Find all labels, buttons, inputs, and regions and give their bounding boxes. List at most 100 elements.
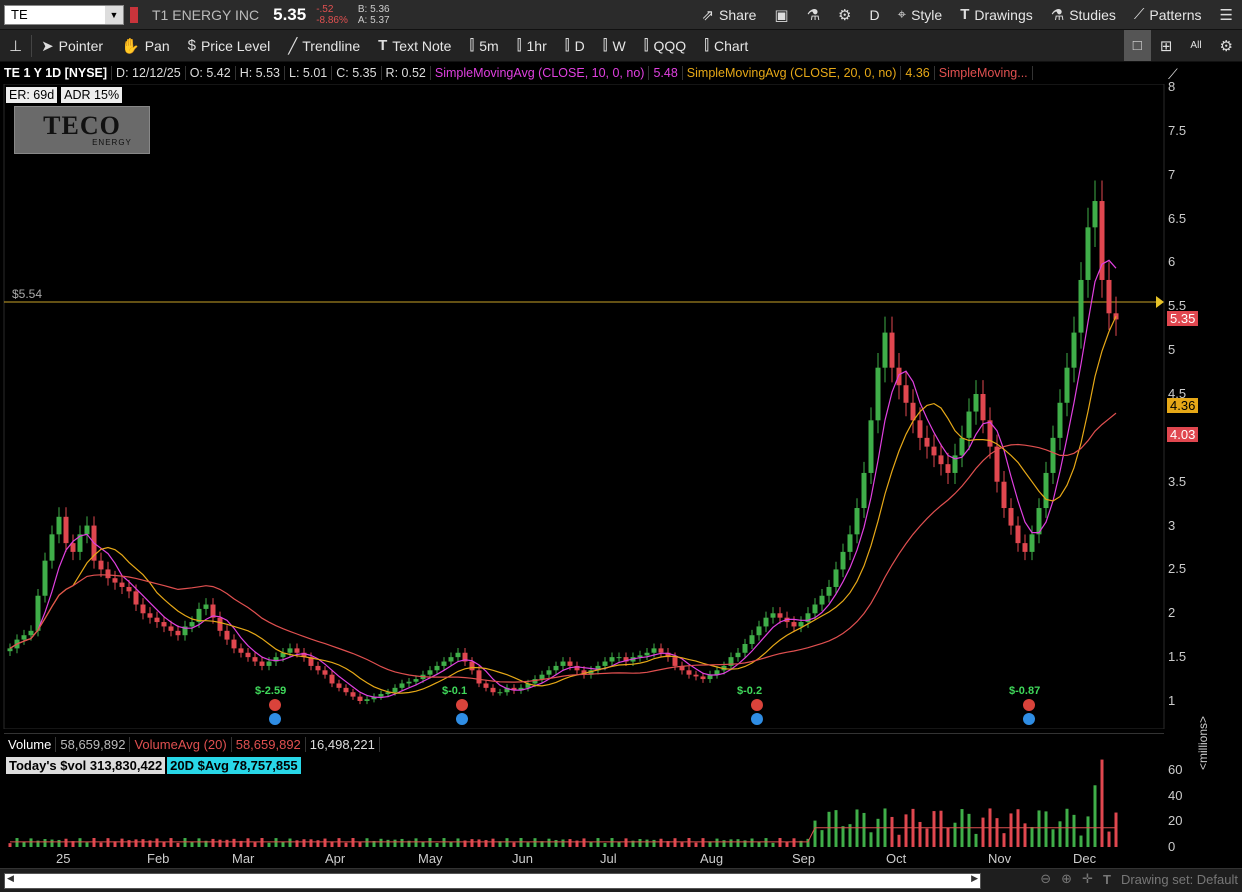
bar-range: R: 0.52 <box>382 66 431 80</box>
candle-icon: ⫿ <box>469 37 475 54</box>
trendline-tool[interactable]: ╱ Trendline <box>279 30 369 61</box>
candle-body <box>56 516 62 535</box>
price-tag: 4.36 <box>1167 398 1199 414</box>
zoom-out-icon[interactable]: ⊖ <box>1040 871 1051 887</box>
price-level-tool[interactable]: $ Price Level <box>179 30 280 61</box>
scroll-left-icon[interactable]: ◀ <box>7 873 14 884</box>
candle-body <box>63 516 69 544</box>
studies-button[interactable]: ⚗ Studies <box>1042 0 1125 29</box>
sma50-label[interactable]: SimpleMoving... <box>935 66 1033 80</box>
bid-price: B: 5.36 <box>357 3 390 15</box>
candle-body <box>924 437 930 447</box>
volume-chart[interactable] <box>0 753 1242 849</box>
candle-body <box>1092 201 1098 228</box>
period-button[interactable]: D <box>861 0 889 29</box>
time-axis[interactable]: 25 Feb Mar Apr May Jun Jul Aug Sep Oct Nov Dec <box>0 849 1164 868</box>
pan-tool[interactable]: ✋ Pan <box>112 30 179 61</box>
volume-bar <box>141 839 145 847</box>
volume-bar <box>253 842 257 847</box>
style-button[interactable]: ⌖ Style <box>889 0 952 29</box>
settings-button[interactable]: ⚙ <box>829 0 860 29</box>
dollar-icon: $ <box>187 37 196 54</box>
all-button[interactable]: All <box>1181 30 1210 61</box>
candle-body <box>343 687 349 693</box>
text-drawing-icon[interactable]: T <box>1103 872 1111 887</box>
candle-body <box>735 652 741 658</box>
time-tick: May <box>418 851 443 866</box>
timeframe-w[interactable]: ⫿ W <box>594 30 635 61</box>
price-tick: 7 <box>1168 166 1176 182</box>
volume-bar <box>764 838 768 847</box>
patterns-button[interactable]: ⟋ Patterns <box>1125 0 1211 29</box>
volume-bar <box>680 842 684 847</box>
chart-title[interactable]: TE 1 Y 1D [NYSE] <box>0 66 113 80</box>
compare-qqq[interactable]: ⫿ QQQ <box>635 30 695 61</box>
candle-body <box>154 617 160 623</box>
price-chart[interactable]: $5.54 $-2.59 $-0.1 $-0.2 $-0.87 <box>0 84 1242 729</box>
grid-layout-button[interactable]: ⊞ <box>1151 30 1182 61</box>
volume-bar <box>1058 821 1062 847</box>
chevron-down-icon[interactable]: ▼ <box>105 5 123 24</box>
volume-bar <box>645 839 649 847</box>
conference-call-icon[interactable] <box>1023 699 1035 711</box>
sma10-value: 5.48 <box>649 66 683 80</box>
flask-button[interactable]: ⚗ <box>798 0 829 29</box>
time-tick: Mar <box>232 851 255 866</box>
candle-body <box>1001 481 1007 509</box>
drawing-set-label[interactable]: Drawing set: Default <box>1121 872 1238 887</box>
crosshair-icon[interactable]: ✛ <box>1082 871 1093 887</box>
cursor-icon: ➤ <box>41 37 54 55</box>
change-value: -.52 <box>316 3 334 15</box>
volume-avg-label[interactable]: VolumeAvg (20) <box>130 736 232 752</box>
volume-unit-label: <millions> <box>1196 715 1210 770</box>
conference-call-icon[interactable] <box>269 699 281 711</box>
sma20-label[interactable]: SimpleMovingAvg (CLOSE, 20, 0, no) <box>683 66 902 80</box>
text-note-label: Text Note <box>392 37 452 54</box>
earnings-bulb-icon[interactable] <box>1023 713 1035 725</box>
candle-body <box>448 657 454 662</box>
link-color-icon[interactable] <box>130 6 138 23</box>
axis-scale-icon[interactable]: ⟋ <box>1168 66 1178 83</box>
pin-button[interactable]: ⊥ <box>0 30 31 61</box>
volume-bar <box>554 840 558 847</box>
volume-bar <box>820 830 824 847</box>
zoom-in-icon[interactable]: ⊕ <box>1061 871 1072 887</box>
earnings-bulb-icon[interactable] <box>456 713 468 725</box>
conference-call-icon[interactable] <box>751 699 763 711</box>
scroll-right-icon[interactable]: ▶ <box>971 873 978 884</box>
volume-bar <box>1100 759 1104 847</box>
conference-call-icon[interactable] <box>456 699 468 711</box>
text-note-tool[interactable]: T Text Note <box>369 30 460 61</box>
snapshot-button[interactable]: ▣ <box>765 0 797 29</box>
candle-body <box>322 670 328 675</box>
volume-label[interactable]: Volume <box>4 736 57 752</box>
symbol-selector[interactable]: TE ▼ <box>4 4 124 25</box>
price-tick: 5 <box>1168 342 1176 358</box>
single-layout-button[interactable]: □ <box>1123 30 1151 61</box>
timeframe-1hr[interactable]: ⫿ 1hr <box>508 30 556 61</box>
pointer-tool[interactable]: ➤ Pointer <box>32 30 112 61</box>
price-tick: 3 <box>1168 517 1176 533</box>
volume-bar <box>134 839 138 847</box>
sma10-label[interactable]: SimpleMovingAvg (CLOSE, 10, 0, no) <box>431 66 650 80</box>
volume-bar <box>1086 816 1090 847</box>
chart-settings-button[interactable]: ⚙ <box>1211 30 1242 61</box>
volume-bar <box>652 839 656 847</box>
menu-button[interactable]: ☰ <box>1211 0 1242 29</box>
volume-bar <box>197 838 201 847</box>
share-button[interactable]: ⇗ Share <box>692 0 765 29</box>
earnings-bulb-icon[interactable] <box>751 713 763 725</box>
timeframe-5m[interactable]: ⫿ 5m <box>460 30 507 61</box>
earnings-bulb-icon[interactable] <box>269 713 281 725</box>
change-percent: -8.86% <box>316 14 348 26</box>
drawings-button[interactable]: T Drawings <box>951 0 1042 29</box>
timeframe-d[interactable]: ⫿ D <box>556 30 594 61</box>
price-axis[interactable]: 87.576.565.554.543.532.521.515.354.364.0… <box>1164 79 1242 729</box>
horizontal-scrollbar[interactable]: ◀ ▶ <box>4 873 981 889</box>
chart-button[interactable]: ⫿ Chart <box>695 30 757 61</box>
drawings-label: Drawings <box>974 6 1033 23</box>
candle-body <box>413 679 419 682</box>
candle-body <box>756 626 762 636</box>
price-tick: 7.5 <box>1168 122 1187 138</box>
price-level-label: Price Level <box>200 37 271 54</box>
